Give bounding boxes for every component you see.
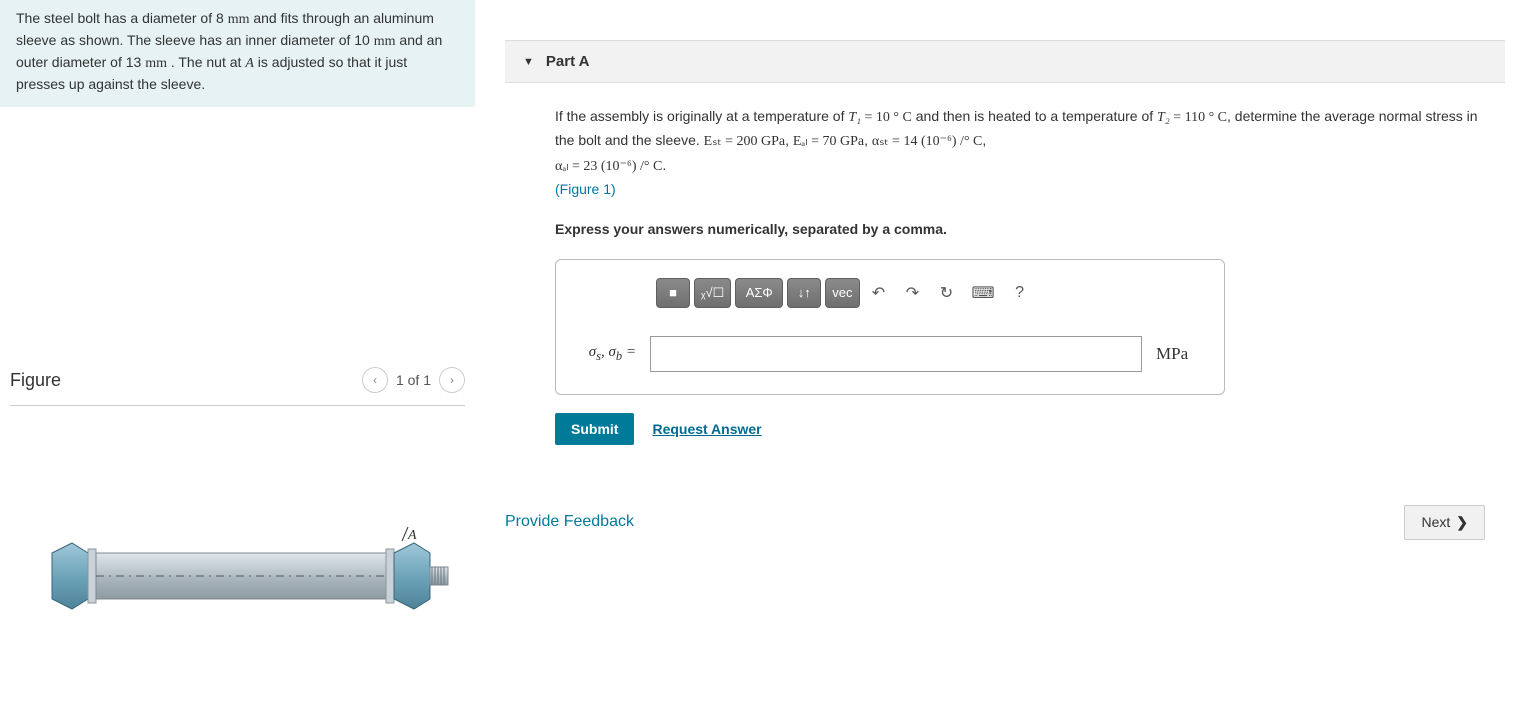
q-text: . [662, 157, 666, 173]
keyboard-icon: ⌨ [972, 283, 995, 303]
part-header[interactable]: ▼ Part A [505, 40, 1505, 83]
undo-button[interactable]: ↶ [864, 278, 894, 308]
q-text: If the assembly is originally at a tempe… [555, 108, 848, 124]
undo-icon: ↶ [872, 283, 885, 303]
problem-statement: The steel bolt has a diameter of 8 mm an… [0, 0, 475, 107]
answer-box: ■ ᵪ√☐ ΑΣΦ ↓↑ vec ↶ ↷ ↻ ⌨ ? σs, σb = MPa [555, 259, 1225, 395]
unit-mm: mm [374, 34, 396, 49]
question-text: If the assembly is originally at a tempe… [555, 105, 1495, 201]
chevron-right-icon: ❯ [1456, 514, 1468, 531]
var-T1: T₁ [848, 110, 861, 125]
figure-prev-button[interactable]: ‹ [362, 367, 388, 393]
provide-feedback-link[interactable]: Provide Feedback [505, 513, 634, 531]
val-Eal: Eₐₗ = 70 GPa [793, 134, 864, 149]
greek-tool-button[interactable]: ΑΣΦ [735, 278, 783, 308]
val-aal: αₐₗ = 23 (10⁻⁶) /° C [555, 159, 662, 174]
q-text: , [864, 132, 872, 148]
var-T2: T₂ [1157, 110, 1170, 125]
problem-text: The steel bolt has a diameter of 8 [16, 10, 228, 26]
redo-button[interactable]: ↷ [898, 278, 928, 308]
problem-text: . The nut at [167, 54, 245, 70]
val-Est: Eₛₜ = 200 GPa [704, 134, 785, 149]
submit-button[interactable]: Submit [555, 413, 634, 445]
figure-link[interactable]: (Figure 1) [555, 181, 616, 197]
q-text: and then is heated to a temperature of [912, 108, 1157, 124]
next-button[interactable]: Next ❯ [1404, 505, 1485, 540]
sqrt-icon: ᵪ√☐ [701, 285, 724, 301]
figure-title: Figure [10, 370, 61, 391]
figure-header: Figure ‹ 1 of 1 › [10, 367, 465, 406]
next-label: Next [1421, 514, 1450, 530]
template-tool-button[interactable]: ■ [656, 278, 690, 308]
figure-image: A [10, 521, 465, 650]
reset-button[interactable]: ↻ [932, 278, 962, 308]
keyboard-button[interactable]: ⌨ [966, 278, 1001, 308]
answer-input[interactable] [650, 336, 1142, 372]
q-text: , [982, 132, 986, 148]
help-icon: ? [1015, 284, 1024, 302]
answer-instruction: Express your answers numerically, separa… [555, 221, 1495, 237]
sqrt-tool-button[interactable]: ᵪ√☐ [694, 278, 731, 308]
subsup-tool-button[interactable]: ↓↑ [787, 278, 821, 308]
var-A: A [245, 56, 254, 71]
q-text: , [785, 132, 793, 148]
unit-mm: mm [228, 12, 250, 27]
caret-down-icon: ▼ [523, 56, 534, 68]
request-answer-link[interactable]: Request Answer [652, 421, 761, 437]
figure-section: Figure ‹ 1 of 1 › [0, 367, 475, 650]
template-icon: ■ [669, 285, 677, 300]
figure-counter: 1 of 1 [396, 372, 431, 388]
part-label: Part A [546, 53, 590, 70]
figure-nav: ‹ 1 of 1 › [362, 367, 465, 393]
figure-next-button[interactable]: › [439, 367, 465, 393]
reset-icon: ↻ [940, 283, 953, 303]
answer-unit: MPa [1156, 344, 1204, 364]
figure-label-A-text: A [408, 528, 428, 544]
redo-icon: ↷ [906, 283, 919, 303]
answer-variable-label: σs, σb = [576, 344, 636, 364]
vec-tool-button[interactable]: vec [825, 278, 859, 308]
help-button[interactable]: ? [1005, 278, 1035, 308]
vec-icon: vec [832, 285, 852, 300]
unit-mm: mm [145, 56, 167, 71]
subsup-icon: ↓↑ [798, 285, 811, 300]
greek-icon: ΑΣΦ [746, 285, 773, 300]
equation-toolbar: ■ ᵪ√☐ ΑΣΦ ↓↑ vec ↶ ↷ ↻ ⌨ ? [656, 278, 1204, 308]
val-T2: = 110 ° C [1170, 110, 1227, 125]
val-ast: αₛₜ = 14 (10⁻⁶) /° C [872, 134, 983, 149]
val-T1: = 10 ° C [861, 110, 912, 125]
